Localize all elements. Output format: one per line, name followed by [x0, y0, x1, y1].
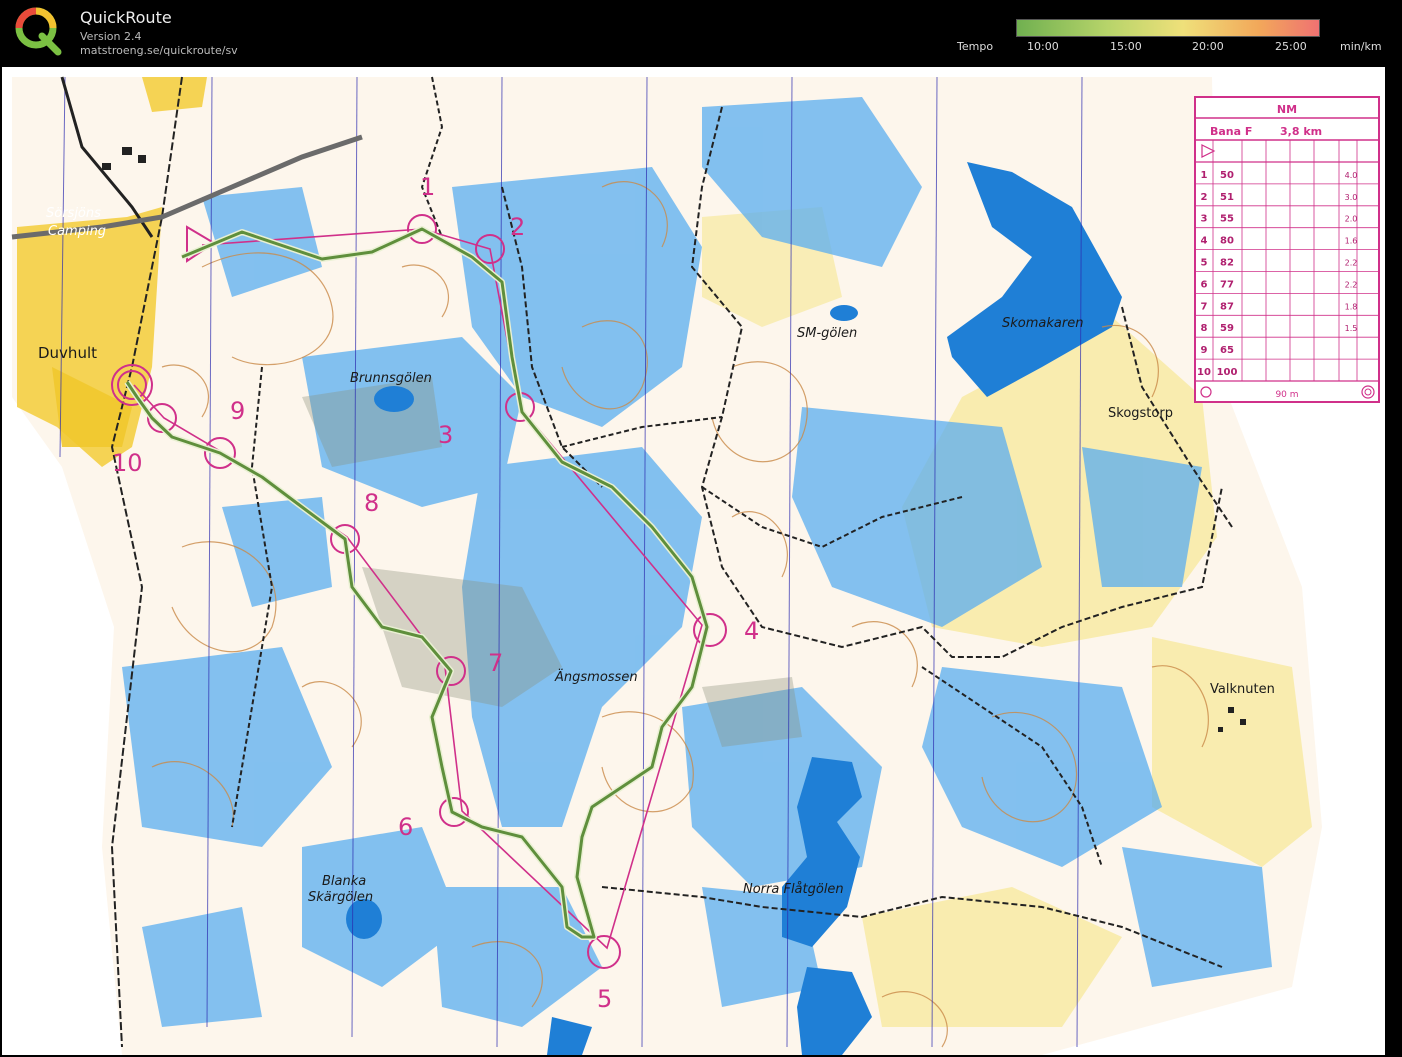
control-number: 8 [364, 489, 379, 517]
sheet-row-number: 2 [1201, 192, 1208, 203]
sheet-row-distance: 4.0 [1345, 171, 1358, 180]
sheet-row-code: 80 [1220, 236, 1234, 247]
place-name: Norra Flåtgölen [743, 882, 844, 897]
app-title: QuickRoute [80, 8, 172, 27]
sheet-row-number: 6 [1201, 279, 1208, 290]
sheet-row-distance: 2.0 [1345, 215, 1358, 224]
sheet-row-code: 50 [1220, 170, 1234, 181]
sheet-row-number: 1 [1201, 170, 1208, 181]
lake-blanka-skargolen [346, 899, 382, 939]
sheet-title: NM [1277, 103, 1297, 116]
place-name: Skogstorp [1108, 406, 1173, 421]
control-number: 7 [488, 649, 503, 677]
sheet-row-code: 82 [1220, 258, 1234, 269]
sheet-row-number: 9 [1201, 345, 1208, 356]
control-number: 9 [230, 397, 245, 425]
sheet-finish-distance: 90 m [1275, 390, 1298, 400]
tempo-color-scale [1016, 19, 1320, 37]
control-number: 5 [597, 985, 612, 1013]
sheet-length: 3,8 km [1280, 125, 1322, 138]
control-number: 4 [744, 617, 759, 645]
sheet-row-distance: 3.0 [1345, 193, 1358, 202]
sheet-row-code: 65 [1220, 345, 1234, 356]
sheet-row-code: 55 [1220, 214, 1234, 225]
tempo-label: Tempo [957, 40, 994, 53]
app-url[interactable]: matstroeng.se/quickroute/sv [80, 44, 238, 57]
quickroute-logo-icon [15, 7, 62, 56]
place-name: Skomakaren [1002, 316, 1083, 331]
sheet-row-number: 4 [1201, 236, 1208, 247]
control-number: 6 [398, 813, 413, 841]
place-name: Blanka [322, 874, 366, 889]
map-canvas[interactable]: 1 2 3 4 5 6 7 8 9 10 Sörsjöns Camping Du… [2, 67, 1385, 1055]
control-number: 1 [420, 173, 435, 201]
sheet-row-distance: 1.5 [1345, 324, 1358, 333]
tempo-tick: 25:00 [1275, 40, 1307, 53]
sheet-row-number: 10 [1197, 367, 1211, 378]
sheet-course: Bana F [1210, 125, 1252, 138]
sheet-row-number: 8 [1201, 323, 1208, 334]
control-description-sheet: NM Bana F 3,8 km 1 50 4.0 2 51 3.0 3 55 2.0 4 80 1.… [1194, 96, 1380, 403]
app-header: QuickRoute Version 2.4 matstroeng.se/qui… [0, 0, 1402, 66]
tempo-tick: 10:00 [1027, 40, 1059, 53]
sheet-row-distance: 1.6 [1345, 237, 1358, 246]
sheet-row-distance: 1.8 [1345, 302, 1358, 311]
place-name: Sörsjöns [46, 206, 101, 221]
sheet-row-code: 100 [1217, 367, 1238, 378]
place-name: Camping [48, 224, 106, 239]
place-name: Duvhult [38, 344, 97, 362]
orienteering-map[interactable]: 1 2 3 4 5 6 7 8 9 10 Sörsjöns Camping Du… [2, 67, 1385, 1055]
lake-sm-golen [830, 305, 858, 321]
place-name: Valknuten [1210, 682, 1275, 697]
lake-brunnsgolen [374, 386, 414, 412]
open-land-area [142, 77, 207, 112]
sheet-row-number: 3 [1201, 214, 1208, 225]
sheet-row-distance: 2.2 [1345, 259, 1358, 268]
tempo-tick: 20:00 [1192, 40, 1224, 53]
app-version: Version 2.4 [80, 30, 142, 43]
sheet-row-number: 7 [1201, 301, 1208, 312]
place-name: Brunnsgölen [350, 371, 432, 386]
sheet-row-code: 59 [1220, 323, 1234, 334]
sheet-row-code: 77 [1220, 279, 1234, 290]
control-number: 10 [112, 449, 143, 477]
control-number: 2 [510, 213, 525, 241]
sheet-row-code: 51 [1220, 192, 1234, 203]
sheet-row-number: 5 [1201, 258, 1208, 269]
window-edge [1385, 67, 1402, 1057]
sheet-row-code: 87 [1220, 301, 1234, 312]
tempo-tick: 15:00 [1110, 40, 1142, 53]
tempo-unit: min/km [1340, 40, 1382, 53]
sheet-row-distance: 2.2 [1345, 280, 1358, 289]
place-name: SM-gölen [797, 326, 857, 341]
place-name: Ängsmossen [554, 669, 638, 685]
control-number: 3 [438, 421, 453, 449]
place-name: Skärgölen [308, 890, 373, 905]
